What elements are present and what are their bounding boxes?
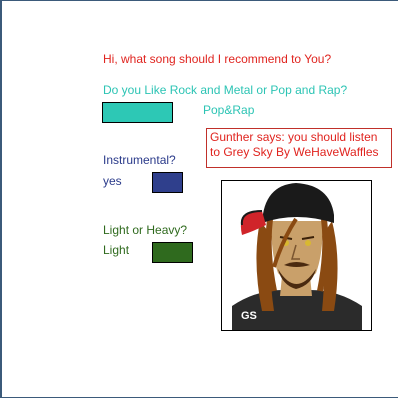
greeting-text: Hi, what song should I recommend to You?	[103, 52, 332, 66]
weight-question: Light or Heavy?	[103, 223, 188, 237]
recommendation-box: Gunther says: you should listen to Grey …	[206, 128, 392, 168]
weight-button[interactable]	[152, 242, 193, 263]
genre-question: Do you Like Rock and Metal or Pop and Ra…	[103, 83, 348, 97]
instrumental-question: Instrumental?	[103, 153, 176, 167]
gunther-avatar	[221, 180, 372, 331]
weight-choice-label: Light	[103, 243, 130, 257]
avatar-illustration	[232, 183, 362, 330]
genre-button[interactable]	[102, 102, 173, 123]
avatar-initials: GS	[241, 310, 257, 322]
genre-choice-label: Pop&Rap	[203, 103, 255, 117]
instrumental-button[interactable]	[152, 172, 183, 193]
instrumental-choice-label: yes	[103, 174, 122, 188]
